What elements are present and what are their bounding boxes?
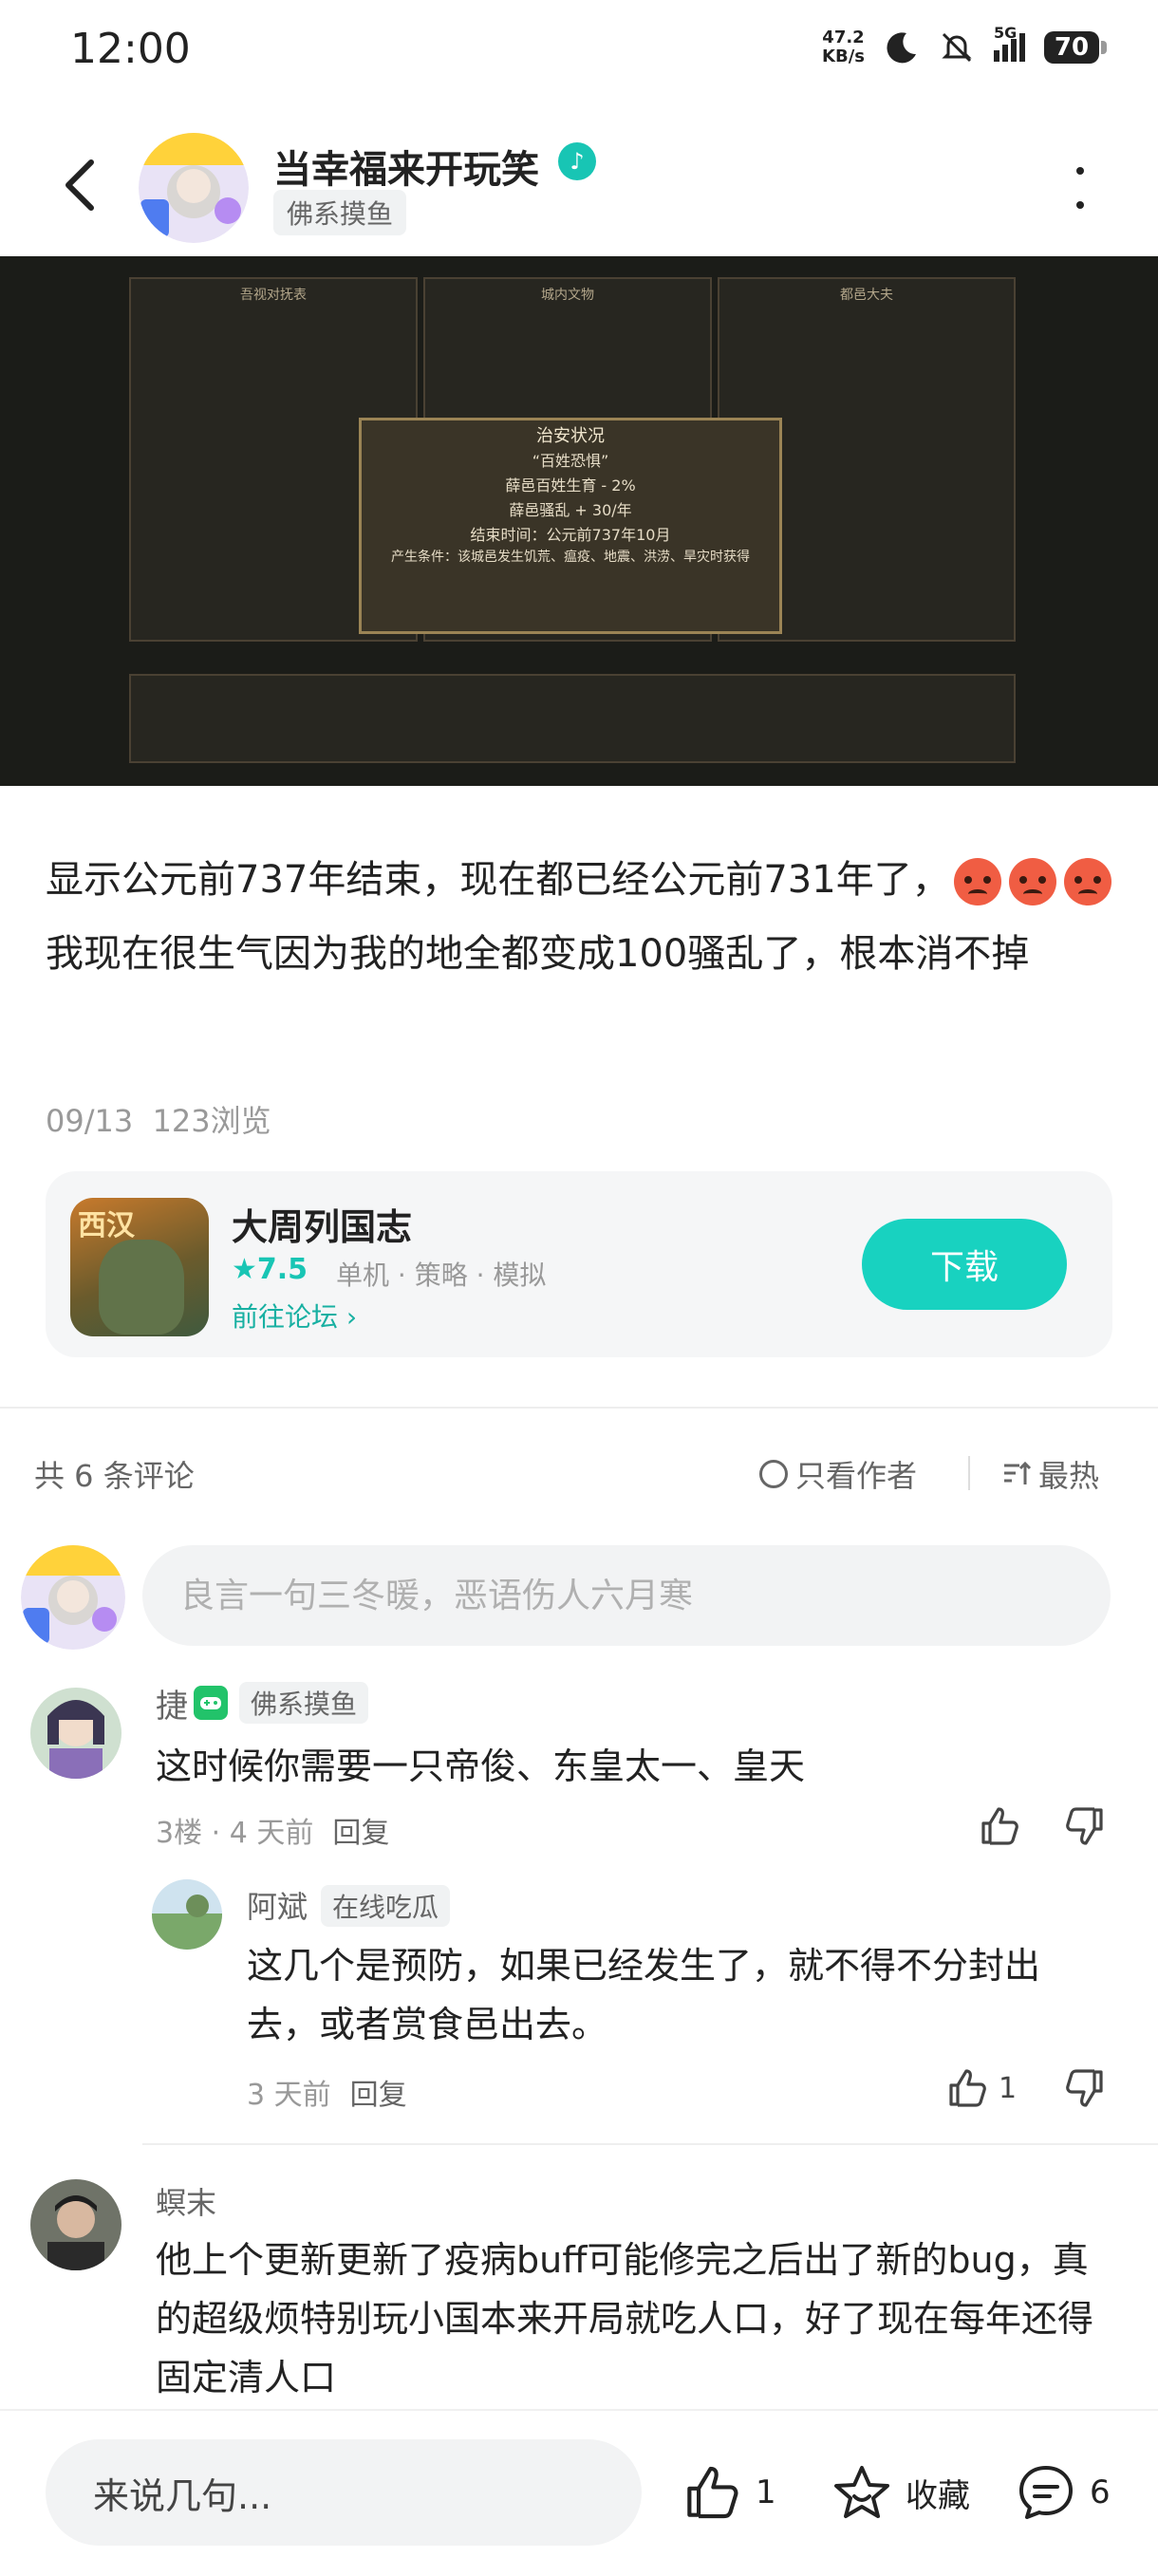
angry-emoji-icon	[953, 858, 1001, 905]
game-card[interactable]: 西汉 大周列国志 ★7.5 单机 · 策略 · 模拟 前往论坛 › 下载	[46, 1171, 1112, 1357]
verified-badge-icon: ♪	[558, 142, 596, 180]
game-bottom-bar	[129, 674, 1016, 763]
commenter-avatar[interactable]	[30, 2179, 121, 2270]
gamepad-badge-icon	[194, 1686, 228, 1720]
game-popup: 治安状况 “百姓恐惧” 薛邑百姓生育 - 2% 薛邑骚乱 + 30/年 结束时间…	[359, 418, 782, 634]
sort-button[interactable]: 最热	[1000, 1452, 1099, 1496]
like-button[interactable]: 1	[945, 2065, 1021, 2111]
replier-name[interactable]: 阿斌	[247, 1883, 308, 1927]
status-icons: 47.2 KB/s 5G 70	[822, 24, 1107, 66]
bottom-action-bar: 来说几句... 1 收藏 6	[0, 2409, 1158, 2576]
thumbs-up-icon	[687, 2466, 738, 2519]
battery-indicator: 70	[1044, 31, 1107, 64]
game-title[interactable]: 大周列国志	[232, 1198, 412, 1250]
separator	[968, 1456, 970, 1490]
comment-text: 这时候你需要一只帝俊、东皇太一、皇天	[156, 1745, 806, 1787]
collect-button[interactable]: 收藏	[831, 2462, 970, 2523]
avatar-image	[21, 1545, 125, 1650]
comment-divider	[142, 2143, 1158, 2145]
comment-count: 共 6 条评论	[34, 1458, 195, 1494]
my-avatar[interactable]	[21, 1545, 125, 1650]
reply-meta: 3 天前 回复	[247, 2079, 407, 2112]
commenter-name[interactable]: 螟末	[156, 2179, 216, 2223]
comment-text: 他上个更新更新了疫病buff可能修完之后出了新的bug，真的超级烦特别玩小国本来…	[156, 2239, 1094, 2399]
network-type: 5G	[994, 24, 1018, 42]
back-button[interactable]	[51, 152, 108, 218]
only-author-toggle[interactable]: 只看作者	[759, 1452, 917, 1496]
dislike-button[interactable]	[1063, 1803, 1109, 1849]
angry-emoji-icon	[1063, 858, 1111, 905]
reply-button[interactable]: 回复	[332, 1817, 389, 1850]
angry-emoji-icon	[1008, 858, 1056, 905]
like-button[interactable]	[978, 1803, 1023, 1849]
sort-icon	[1004, 1461, 1032, 1484]
section-divider	[0, 1407, 1158, 1409]
avatar-image	[139, 133, 249, 243]
dot	[1076, 201, 1084, 209]
thumbs-down-icon	[1066, 2069, 1103, 2107]
signal-icon: 5G	[994, 24, 1025, 62]
commenter-name[interactable]: 捷	[156, 1680, 188, 1727]
commenter-tag: 佛系摸鱼	[239, 1682, 369, 1724]
post-image[interactable]: 吾视对抚表 城内文物 都邑大夫 治安状况 “百姓恐惧” 薛邑百姓生育 - 2% …	[0, 256, 1158, 786]
status-time: 12:00	[70, 25, 191, 73]
comment-bubble-icon	[1019, 2466, 1073, 2519]
say-something-input[interactable]: 来说几句...	[46, 2439, 642, 2546]
more-options-button[interactable]	[1071, 167, 1090, 209]
forum-link[interactable]: 前往论坛 ›	[232, 1297, 357, 1335]
comment-count-bottom: 6	[1090, 2473, 1111, 2511]
dot	[1076, 167, 1084, 175]
net-speed: 47.2 KB/s	[822, 28, 865, 66]
reply-button[interactable]: 回复	[350, 2079, 407, 2112]
download-button[interactable]: 下载	[862, 1219, 1067, 1310]
comment-meta: 3楼 · 4 天前 回复	[156, 1817, 390, 1850]
post-like-button[interactable]: 1	[682, 2462, 776, 2523]
author-avatar[interactable]	[139, 133, 249, 243]
like-count: 1	[756, 2473, 776, 2511]
post-meta: 09/13 123浏览	[46, 1103, 271, 1139]
comments-button[interactable]: 6	[1016, 2462, 1111, 2523]
thumbs-up-icon	[949, 2069, 986, 2107]
replier-tag: 在线吃瓜	[321, 1885, 451, 1927]
author-tag: 佛系摸鱼	[273, 190, 407, 235]
thumbs-up-icon	[981, 1807, 1018, 1845]
star-icon	[834, 2466, 889, 2518]
reply-avatar[interactable]	[152, 1879, 222, 1950]
back-arrow-icon	[65, 159, 94, 211]
reply-text: 这几个是预防，如果已经发生了，就不得不分封出去，或者赏食邑出去。	[247, 1945, 1041, 2045]
comment-input[interactable]	[142, 1545, 1111, 1646]
moon-icon	[887, 32, 916, 64]
bell-muted-icon	[942, 32, 972, 63]
thumbs-down-icon	[1066, 1807, 1103, 1845]
game-rating: ★7.5	[232, 1253, 308, 1286]
post-body: 显示公元前737年结束，现在都已经公元前731年了，我现在很生气因为我的地全都变…	[46, 843, 1118, 991]
game-tags: 单机 · 策略 · 模拟	[336, 1260, 547, 1291]
commenter-avatar[interactable]	[30, 1688, 121, 1779]
radio-circle-icon	[759, 1460, 788, 1488]
like-count: 1	[999, 2071, 1018, 2105]
game-icon[interactable]: 西汉	[70, 1198, 209, 1336]
author-name[interactable]: 当幸福来开玩笑	[273, 139, 539, 194]
dislike-button[interactable]	[1063, 2065, 1109, 2111]
